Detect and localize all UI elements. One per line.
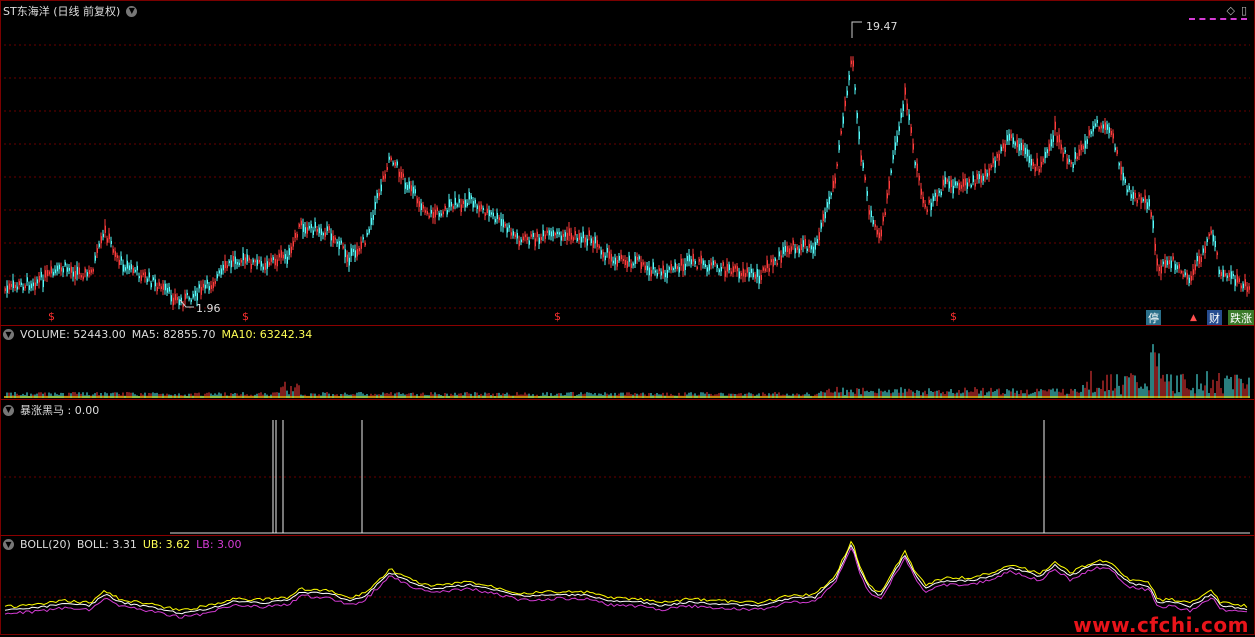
- watermark: www.cfchi.com: [1073, 613, 1249, 637]
- boll-upper-line: [4, 540, 1248, 611]
- boll-chart[interactable]: [0, 0, 1255, 635]
- boll-mid-line: [4, 544, 1248, 615]
- boll-lower-line: [4, 547, 1248, 619]
